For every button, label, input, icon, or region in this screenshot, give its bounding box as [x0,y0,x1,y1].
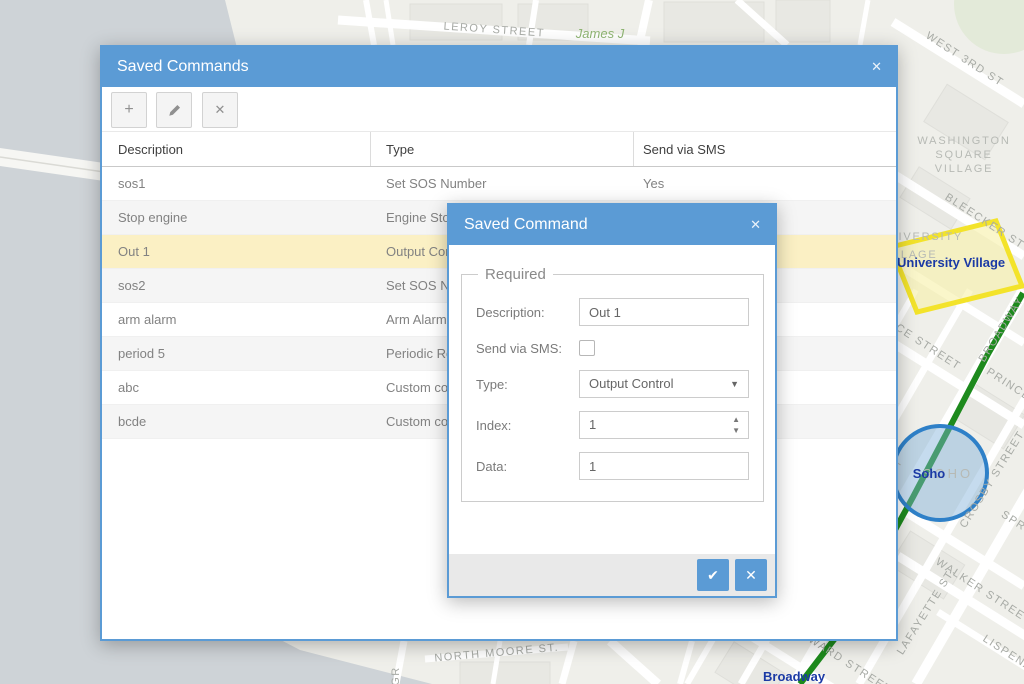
delete-command-button[interactable]: ✕ [202,92,238,128]
add-command-button[interactable]: + [111,92,147,128]
field-row-description: Description: [476,298,749,326]
index-stepper-value: 1 [589,417,596,432]
chevron-down-icon: ▼ [730,371,739,398]
street-label-greenwich: GR [390,666,402,684]
area-label-washington-3: VILLAGE [935,163,993,175]
cell-description: Stop engine [102,210,371,225]
sms-checkbox[interactable] [579,340,595,356]
cell-description: sos2 [102,278,371,293]
plus-icon: + [124,101,133,119]
cell-sms: Yes [634,176,896,191]
cell-type: Set SOS Number [371,176,634,191]
saved-command-dialog: Saved Command ✕ Required Description: Se… [447,203,777,598]
confirm-button[interactable]: ✔ [697,559,729,591]
field-row-index: Index: 1 ▲ ▼ [476,411,749,439]
cell-description: arm alarm [102,312,371,327]
field-row-type: Type: Output Control ▼ [476,370,749,398]
saved-commands-title: Saved Commands [117,58,249,75]
type-select-value: Output Control [589,376,674,391]
spin-down-icon[interactable]: ▼ [732,425,740,436]
column-header-description[interactable]: Description [102,132,371,166]
area-label-washington-2: SQUARE [935,149,992,161]
data-field[interactable] [579,452,749,480]
column-header-sms[interactable]: Send via SMS [634,132,896,166]
description-label: Description: [476,305,579,320]
cell-description: bcde [102,414,371,429]
x-icon: ✕ [214,102,225,118]
cell-description: sos1 [102,176,371,191]
column-header-type[interactable]: Type [371,132,634,166]
sms-label: Send via SMS: [476,341,579,356]
dialog-footer: ✔ ✕ [449,554,775,596]
fieldset-legend: Required [478,266,553,283]
table-row[interactable]: sos1 Set SOS Number Yes [102,167,896,201]
marker-label-broadway[interactable]: Broadway [763,669,826,684]
cell-description: period 5 [102,346,371,361]
cell-description: abc [102,380,371,395]
table-header: Description Type Send via SMS [102,131,896,167]
park-label-james: James J [575,26,625,41]
edit-command-button[interactable] [156,92,192,128]
pencil-icon [168,104,181,117]
required-fieldset: Required Description: Send via SMS: Type… [461,266,764,502]
area-label-washington-1: WASHINGTON [917,135,1010,147]
checkmark-icon: ✔ [707,567,719,584]
field-row-data: Data: [476,452,749,480]
commands-toolbar: + ✕ [102,87,896,131]
index-stepper[interactable]: 1 ▲ ▼ [579,411,749,439]
cell-description: Out 1 [102,244,371,259]
data-label: Data: [476,459,579,474]
cancel-button[interactable]: ✕ [735,559,767,591]
marker-label-soho[interactable]: Soho [913,466,946,481]
field-row-sms: Send via SMS: [476,339,749,357]
type-select[interactable]: Output Control ▼ [579,370,749,398]
description-field[interactable] [579,298,749,326]
saved-command-title: Saved Command [464,216,588,233]
marker-label-university-village[interactable]: University Village [897,255,1005,270]
index-label: Index: [476,418,579,433]
saved-commands-titlebar: Saved Commands ✕ [102,47,896,87]
type-label: Type: [476,377,579,392]
saved-command-titlebar: Saved Command ✕ [449,205,775,245]
spin-up-icon[interactable]: ▲ [732,414,740,425]
close-icon[interactable]: ✕ [750,205,761,245]
close-icon[interactable]: ✕ [871,47,882,87]
x-icon: ✕ [745,567,757,584]
